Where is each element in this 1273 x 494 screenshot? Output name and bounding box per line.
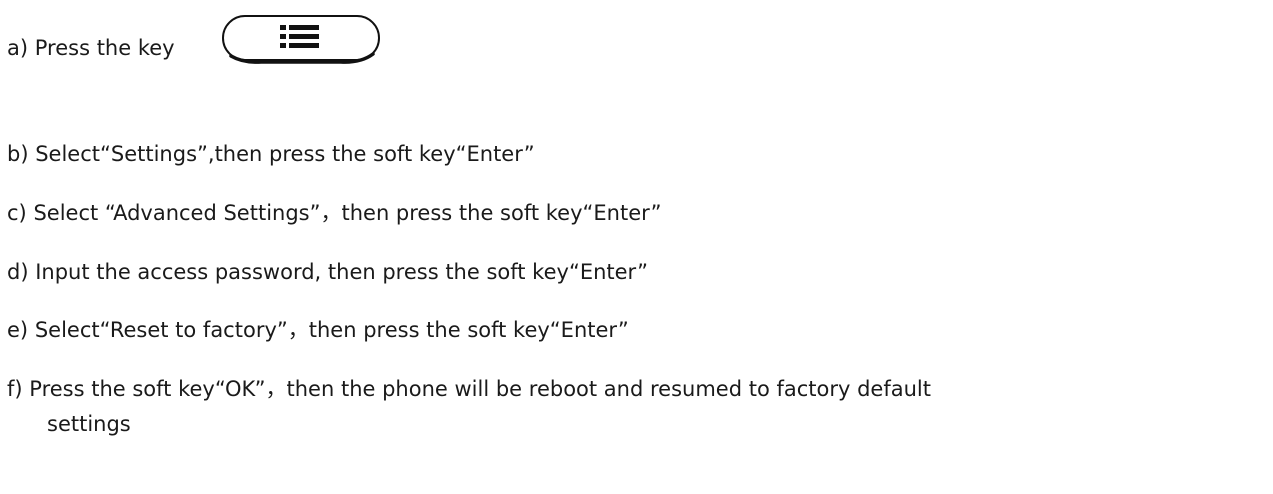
step-c: c) Select “Advanced Settings”，then press…	[7, 198, 662, 228]
step-f: f) Press the soft key“OK”，then the phone…	[7, 374, 931, 404]
step-b: b) Select“Settings”,then press the soft …	[7, 139, 535, 169]
step-text: Press the soft key“OK”，then the phone wi…	[29, 377, 931, 401]
step-marker: d)	[7, 260, 29, 284]
step-text: Select“Reset to factory”，then press the …	[34, 318, 629, 342]
menu-list-icon	[222, 15, 380, 64]
step-marker: a)	[7, 36, 29, 60]
step-text: Select“Settings”,then press the soft key…	[35, 142, 535, 166]
step-marker: c)	[7, 201, 27, 225]
step-text: Input the access password, then press th…	[35, 260, 648, 284]
step-text: Select “Advanced Settings”，then press th…	[33, 201, 662, 225]
step-a: a) Press the key	[7, 33, 175, 63]
step-marker: e)	[7, 318, 29, 342]
step-text: Press the key	[34, 36, 175, 60]
step-marker: f)	[7, 377, 23, 401]
step-d: d) Input the access password, then press…	[7, 257, 648, 287]
step-e: e) Select“Reset to factory”，then press t…	[7, 315, 629, 345]
step-marker: b)	[7, 142, 29, 166]
step-f-continuation: settings	[47, 412, 131, 436]
